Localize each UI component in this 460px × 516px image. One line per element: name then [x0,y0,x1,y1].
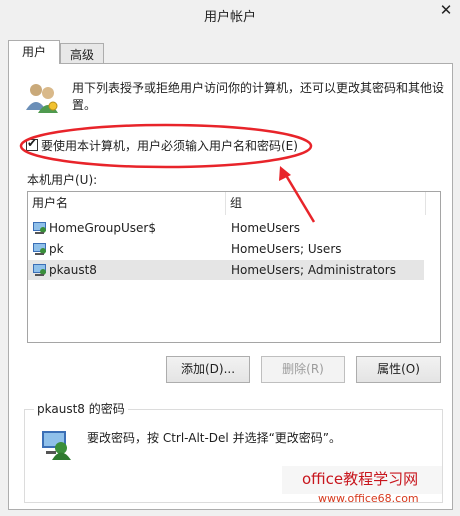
cell-group: HomeUsers; Administrators [231,263,396,277]
require-login-label[interactable]: 要使用本计算机，用户必须输入用户名和密码(E) [41,137,298,154]
watermark-url: www.office68.com [318,492,419,505]
tab-users[interactable]: 用户 [8,40,60,64]
add-user-button[interactable]: 添加(D)... [166,356,250,383]
user-icon [33,264,46,276]
watermark-title: office教程学习网 [302,470,419,488]
table-row[interactable]: HomeGroupUser$ HomeUsers [28,218,424,238]
cell-group: HomeUsers; Users [231,242,342,256]
cell-username: HomeGroupUser$ [49,221,156,235]
user-icon [33,243,46,255]
user-key-icon [42,431,71,460]
user-icon [33,222,46,234]
window-title: 用户帐户 [203,10,256,25]
cell-username: pkaust8 [49,263,97,277]
users-table[interactable]: 用户名 组 HomeGroupUser$ HomeUsers pk HomeUs… [27,191,441,343]
remove-user-button[interactable]: 删除(R) [261,356,345,383]
cell-username: pk [49,242,64,256]
password-section-title: pkaust8 的密码 [34,400,128,417]
column-header-username[interactable]: 用户名 [28,192,226,215]
intro-text: 用下列表授予或拒绝用户访问你的计算机，还可以更改其密码和其他设置。 [72,81,445,112]
properties-button[interactable]: 属性(O) [356,356,441,383]
table-row-selected[interactable]: pkaust8 HomeUsers; Administrators [28,260,424,280]
title-bar: 用户帐户 ✕ [0,0,460,31]
tab-advanced[interactable]: 高级 [60,43,104,65]
table-row[interactable]: pk HomeUsers; Users [28,239,424,259]
cell-group: HomeUsers [231,221,301,235]
users-icon [26,84,58,113]
column-header-group[interactable]: 组 [226,192,426,215]
password-instructions: 要改密码，按 Ctrl-Alt-Del 并选择“更改密码”。 [87,431,342,445]
local-users-label: 本机用户(U): [27,173,98,187]
checkmark-icon: ✔ [27,136,38,150]
close-button[interactable]: ✕ [434,0,458,20]
require-login-checkbox[interactable]: ✔ [26,136,38,151]
